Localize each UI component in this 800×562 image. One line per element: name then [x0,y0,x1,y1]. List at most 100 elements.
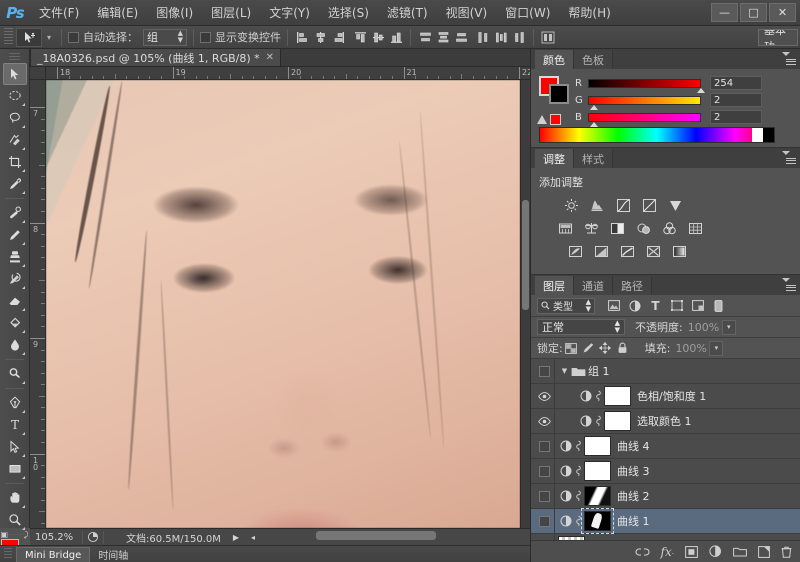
layer-thumbnail[interactable] [604,386,631,406]
tab-mini-bridge[interactable]: Mini Bridge [16,546,91,562]
swap-colors-icon[interactable]: ⤸ [24,530,29,540]
gamut-warning[interactable] [537,114,561,125]
channel-value-b[interactable]: 2 [710,110,762,124]
layer-row[interactable]: ▼ 组 1 [531,358,800,384]
new-adjustment-layer-icon[interactable] [709,545,722,558]
move-tool[interactable] [2,63,27,85]
layer-thumbnail[interactable] [584,486,611,506]
dodge-tool[interactable] [3,363,27,385]
align-right-edges-icon[interactable] [330,29,346,45]
filter-toggle-icon[interactable] [708,297,729,315]
layer-visibility-toggle[interactable] [535,409,554,434]
quick-selection-tool[interactable] [3,129,27,151]
adjustment-layer-icon[interactable] [578,409,593,434]
color-lookup-icon[interactable] [687,220,704,236]
align-horizontal-centers-icon[interactable] [312,29,328,45]
move-tool-icon[interactable] [16,27,42,47]
close-button[interactable]: ✕ [769,3,796,22]
layer-row[interactable]: 色相/饱和度 1 [531,383,800,409]
vertical-ruler[interactable]: 7 8 9 10 [30,80,46,528]
color-balance-icon[interactable] [583,220,600,236]
channel-value-r[interactable]: 254 [710,76,762,90]
tab-timeline[interactable]: 时间轴 [90,547,136,562]
layer-visibility-toggle[interactable] [535,484,554,509]
color-panel-background-swatch[interactable] [549,84,569,104]
align-vertical-centers-icon[interactable] [370,29,386,45]
layer-mask-link-icon[interactable] [573,484,584,509]
ruler-corner[interactable] [30,67,46,80]
adjustment-layer-icon[interactable] [558,459,573,484]
default-colors-icon[interactable]: ▣ [1,530,9,539]
layer-visibility-toggle[interactable] [535,509,554,534]
black-white-icon[interactable] [609,220,626,236]
layer-visibility-toggle[interactable] [535,434,554,459]
adjustment-layer-icon[interactable] [558,509,573,534]
align-bottom-edges-icon[interactable] [388,29,404,45]
lock-transparent-pixels-icon[interactable] [563,340,580,356]
rectangle-tool[interactable] [3,458,27,480]
layer-row[interactable]: 选取颜色 1 [531,408,800,434]
lock-all-icon[interactable] [614,340,631,356]
lasso-tool[interactable] [3,107,27,129]
layer-style-icon[interactable]: fx. [661,545,674,559]
group-expand-caret-icon[interactable]: ▼ [558,367,571,375]
menu-type[interactable]: 文字(Y) [260,0,319,26]
tab-swatches[interactable]: 色板 [574,50,613,69]
show-transform-controls-checkbox[interactable] [200,31,211,43]
spot-healing-brush-tool[interactable] [3,202,27,224]
horizontal-type-tool[interactable]: T [3,414,27,436]
options-bar-grip[interactable] [4,28,13,46]
levels-icon[interactable] [589,197,606,213]
menu-view[interactable]: 视图(V) [437,0,497,26]
channel-slider-thumb[interactable] [696,87,705,93]
in-gamut-color-swatch[interactable] [550,114,561,125]
eraser-tool[interactable] [3,290,27,312]
filter-shape-icon[interactable] [666,297,687,315]
adjustment-layer-icon[interactable] [558,434,573,459]
status-expand-icon[interactable]: ▶ [233,533,239,542]
zoom-tool[interactable] [3,509,27,531]
align-top-edges-icon[interactable] [352,29,368,45]
opacity-slider-toggle[interactable]: ▾ [721,319,736,335]
distribute-vertical-centers-icon[interactable] [435,29,451,45]
distribute-bottom-edges-icon[interactable] [453,29,469,45]
layer-mask-link-icon[interactable] [593,409,604,434]
channel-value-g[interactable]: 2 [710,93,762,107]
adjustment-layer-icon[interactable] [578,384,593,409]
brush-tool[interactable] [3,224,27,246]
color-spectrum-ramp[interactable] [539,127,775,143]
bottom-bar-grip[interactable] [4,548,12,560]
distribute-right-edges-icon[interactable] [511,29,527,45]
layer-mask-link-icon[interactable] [573,459,584,484]
crop-tool[interactable] [3,151,27,173]
menu-edit[interactable]: 编辑(E) [88,0,147,26]
menu-help[interactable]: 帮助(H) [559,0,619,26]
distribute-left-edges-icon[interactable] [475,29,491,45]
fill-slider-toggle[interactable]: ▾ [709,340,724,356]
canvas-vertical-scroll-thumb[interactable] [522,200,529,310]
document-image[interactable] [46,80,520,528]
channel-ramp-g[interactable] [588,95,701,110]
gradient-tool[interactable] [3,312,27,334]
distribute-horizontal-centers-icon[interactable] [493,29,509,45]
horizontal-ruler[interactable]: 1819202122 [46,67,530,80]
filter-pixel-icon[interactable] [603,297,624,315]
lock-image-pixels-icon[interactable] [580,340,597,356]
layer-mask-link-icon[interactable] [573,509,584,534]
tab-layers[interactable]: 图层 [535,276,574,295]
layer-visibility-toggle[interactable] [535,384,554,409]
workspace-switcher-button[interactable]: 基本功 [758,29,798,46]
layer-row[interactable]: 曲线 2 [531,483,800,509]
blur-tool[interactable] [3,334,27,356]
marquee-tool[interactable] [3,85,27,107]
photo-filter-icon[interactable] [635,220,652,236]
tab-styles[interactable]: 样式 [574,149,613,168]
auto-select-target-dropdown[interactable]: 组 ▲ ▼ [143,28,187,46]
channel-ramp-r[interactable] [588,78,705,93]
selective-color-icon[interactable] [645,243,662,259]
vibrance-icon[interactable] [667,197,684,213]
auto-select-checkbox[interactable] [68,31,79,43]
layer-thumbnail[interactable] [581,508,614,534]
hand-tool[interactable] [3,487,27,509]
canvas-vertical-scrollbar[interactable] [520,80,530,528]
